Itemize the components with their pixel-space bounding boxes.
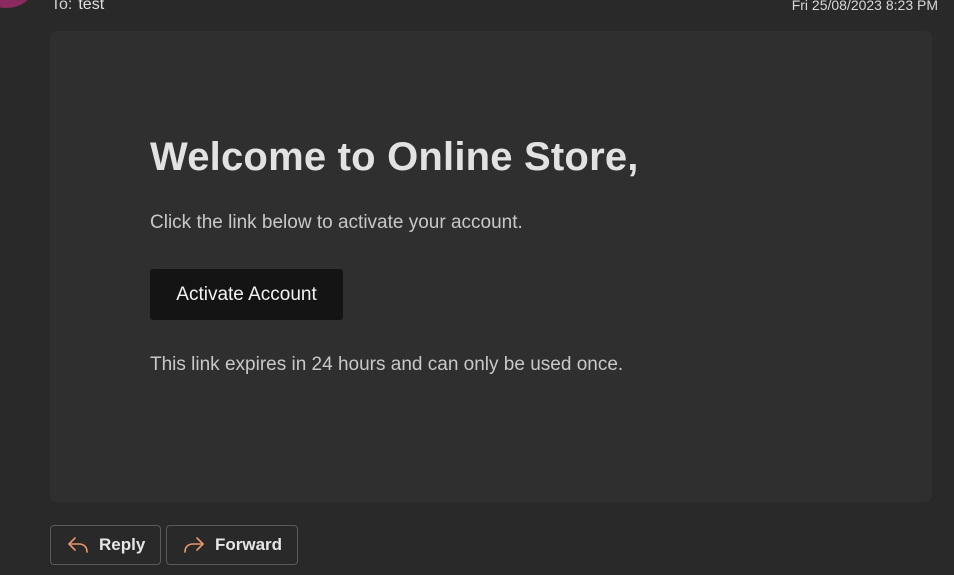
activate-account-button[interactable]: Activate Account <box>150 269 343 320</box>
forward-button[interactable]: Forward <box>166 525 298 565</box>
expiry-note: This link expires in 24 hours and can on… <box>150 354 624 375</box>
recipient-name[interactable]: test <box>78 0 104 13</box>
reply-label: Reply <box>99 535 146 554</box>
recipient-line: To: test <box>51 0 104 15</box>
email-intro-text: Click the link below to activate your ac… <box>150 212 523 233</box>
email-heading: Welcome to Online Store, <box>150 135 639 179</box>
email-reading-pane: To: test Fri 25/08/2023 8:23 PM Welcome t… <box>0 0 954 575</box>
sent-timestamp: Fri 25/08/2023 8:23 PM <box>791 0 938 13</box>
to-label: To: <box>51 0 73 13</box>
email-body: Welcome to Online Store, Click the link … <box>50 31 932 502</box>
reply-arrow-icon <box>65 534 91 556</box>
forward-arrow-icon <box>181 534 207 556</box>
reply-button[interactable]: Reply <box>50 525 161 565</box>
forward-label: Forward <box>215 535 283 554</box>
sender-avatar[interactable] <box>0 0 32 8</box>
